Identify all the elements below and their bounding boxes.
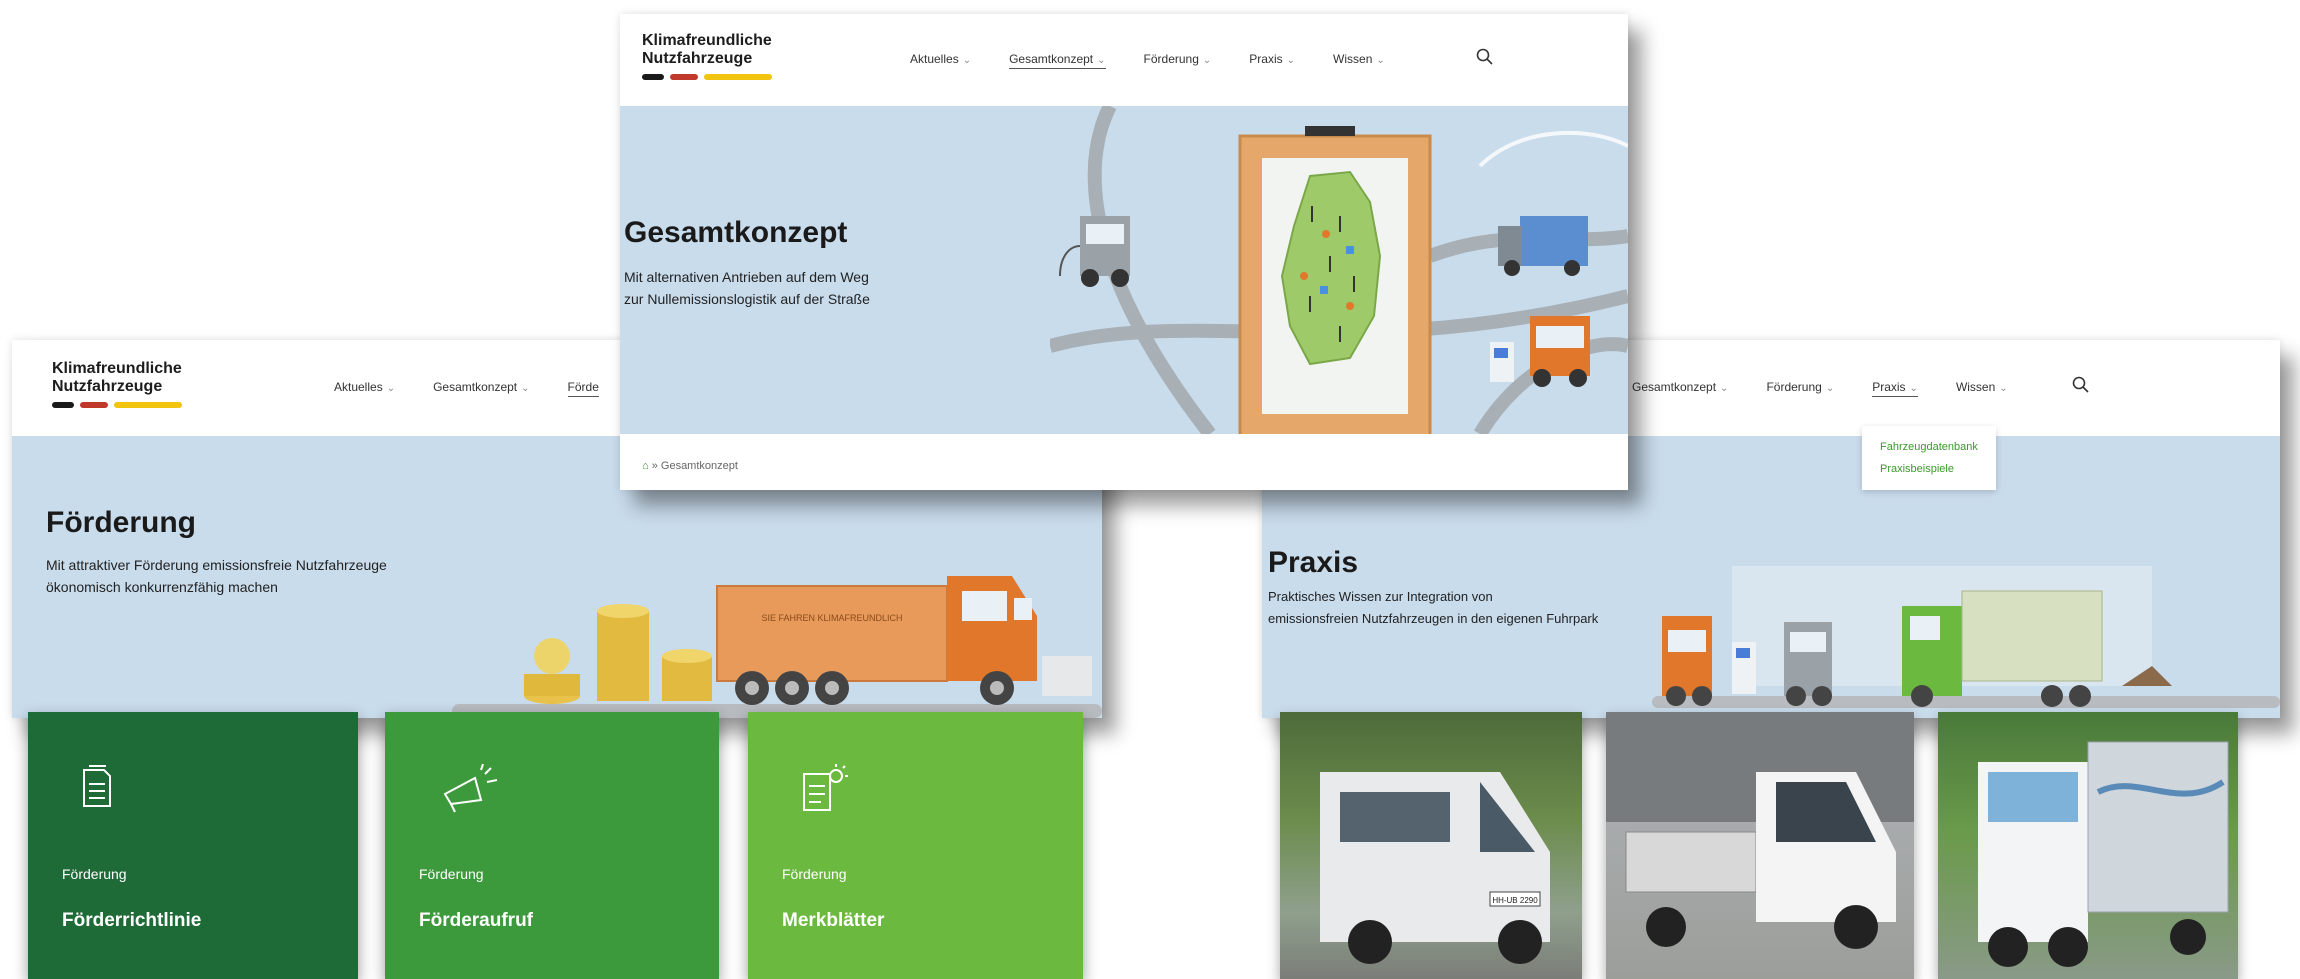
tile-merkblaetter[interactable]: Förderung Merkblätter (748, 712, 1083, 979)
breadcrumb: ⌂ » Gesamtkonzept (642, 460, 738, 472)
logo-line2: Nutzfahrzeuge (642, 50, 753, 67)
nav-wissen[interactable]: Wissen ⌄ (1333, 52, 1385, 69)
tile-kicker: Förderung (419, 866, 484, 882)
logo-color-bars (52, 402, 182, 408)
tile-foerderrichtlinie[interactable]: Förderung Förderrichtlinie (28, 712, 358, 979)
hero-subtitle: Mit alternativen Antrieben auf dem Weg z… (624, 269, 870, 307)
document-lightbulb-icon (803, 764, 848, 811)
hero-title: Praxis (1268, 546, 1359, 579)
logo-color-bars (642, 74, 772, 80)
nav-foerderung[interactable]: Förde (567, 380, 599, 397)
main-nav: Aktuelles ⌄ Gesamtkonzept ⌄ Förde (334, 380, 599, 397)
tile-title: Merkblätter (782, 910, 885, 931)
van-photo[interactable]: HH-UB 2290 (1280, 712, 1582, 979)
tile-kicker: Förderung (62, 866, 127, 882)
breadcrumb-current: » Gesamtkonzept (651, 460, 738, 472)
nav-praxis[interactable]: Praxis ⌄ (1249, 52, 1295, 69)
nav-praxis[interactable]: Praxis ⌄ (1872, 380, 1918, 397)
coins-truck-illustration: SIE FAHREN KLIMAFREUNDLICH (452, 576, 1102, 718)
site-logo[interactable]: Klimafreundliche Nutzfahrzeuge (642, 32, 772, 80)
site-header: Klimafreundliche Nutzfahrzeuge Aktuelles… (620, 14, 1628, 106)
hero-title: Förderung (46, 506, 196, 539)
nav-foerderung[interactable]: Förderung ⌄ (1766, 380, 1834, 397)
main-nav: Gesamtkonzept ⌄ Förderung ⌄ Praxis ⌄ Wissen… (1632, 380, 2008, 397)
germany-map-illustration (1050, 106, 1628, 434)
collage: Klimafreundliche Nutzfahrzeuge Aktuelles… (0, 0, 2300, 979)
pickup-photo[interactable] (1606, 712, 1914, 979)
nav-aktuelles[interactable]: Aktuelles ⌄ (910, 52, 971, 69)
svg-text:HH-UB 2290: HH-UB 2290 (1492, 896, 1538, 905)
logo-line1: Klimafreundliche (642, 32, 772, 49)
hero-subtitle: Praktisches Wissen zur Integration von e… (1268, 589, 1599, 626)
tile-title: Förderrichtlinie (62, 910, 202, 931)
site-logo[interactable]: Klimafreundliche Nutzfahrzeuge (52, 360, 182, 408)
pickup-illustration (1606, 712, 1914, 949)
nav-foerderung[interactable]: Förderung ⌄ (1144, 52, 1212, 69)
praxis-dropdown-menu: Fahrzeugdatenbank Praxisbeispiele (1862, 426, 1996, 490)
truck-photo[interactable] (1938, 712, 2238, 979)
dropdown-item-fahrzeugdatenbank[interactable]: Fahrzeugdatenbank (1880, 436, 1978, 458)
van-illustration: HH-UB 2290 (1320, 772, 1550, 964)
nav-wissen[interactable]: Wissen ⌄ (1956, 380, 2008, 397)
nav-aktuelles[interactable]: Aktuelles ⌄ (334, 380, 395, 397)
search-icon[interactable] (2072, 376, 2090, 394)
depot-illustration (1652, 566, 2280, 708)
search-icon[interactable] (1476, 48, 1494, 66)
hero-subtitle: Mit attraktiver Förderung emissionsfreie… (46, 557, 387, 595)
truck-side-text: SIE FAHREN KLIMAFREUNDLICH (761, 613, 902, 623)
nav-gesamtkonzept[interactable]: Gesamtkonzept ⌄ (1632, 380, 1728, 397)
truck-illustration (1978, 741, 2229, 967)
hero-title: Gesamtkonzept (624, 216, 848, 249)
logo-line2: Nutzfahrzeuge (52, 378, 163, 395)
gesamtkonzept-page-card: Klimafreundliche Nutzfahrzeuge Aktuelles… (620, 14, 1628, 490)
tile-title: Förderaufruf (419, 910, 533, 931)
dropdown-item-praxisbeispiele[interactable]: Praxisbeispiele (1880, 458, 1978, 480)
nav-gesamtkonzept[interactable]: Gesamtkonzept ⌄ (433, 380, 529, 397)
main-nav: Aktuelles ⌄ Gesamtkonzept ⌄ Förderung ⌄ Pra… (910, 52, 1385, 69)
gesamtkonzept-hero: Gesamtkonzept Mit alternativen Antrieben… (620, 106, 1628, 434)
megaphone-icon (443, 764, 498, 813)
tile-kicker: Förderung (782, 866, 847, 882)
home-icon[interactable]: ⌂ (642, 460, 649, 472)
nav-gesamtkonzept[interactable]: Gesamtkonzept ⌄ (1009, 52, 1106, 69)
document-icon (83, 765, 111, 807)
tile-foerderaufruf[interactable]: Förderung Förderaufruf (385, 712, 719, 979)
logo-line1: Klimafreundliche (52, 360, 182, 377)
